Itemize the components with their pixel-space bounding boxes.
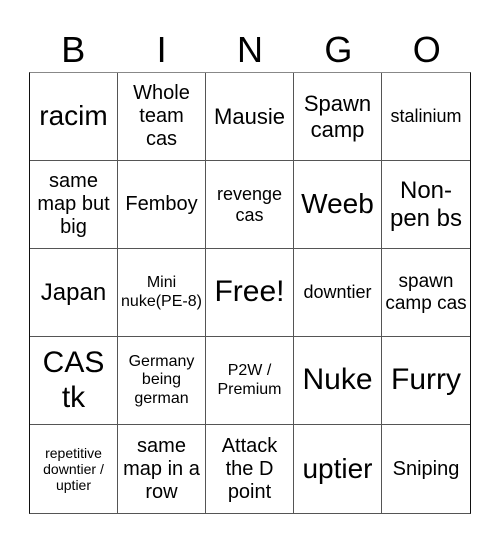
bingo-cell[interactable]: Germany being german: [118, 337, 206, 425]
free-space[interactable]: Free!: [206, 249, 294, 337]
header-letter-g: G: [324, 29, 353, 70]
bingo-cell[interactable]: Sniping: [382, 425, 470, 513]
bingo-cell[interactable]: P2W / Premium: [206, 337, 294, 425]
header-letter-o: O: [412, 29, 441, 70]
bingo-cell[interactable]: Mausie: [206, 73, 294, 161]
bingo-cell[interactable]: Non-pen bs: [382, 161, 470, 249]
bingo-cell[interactable]: Nuke: [294, 337, 382, 425]
bingo-cell[interactable]: repetitive downtier / uptier: [30, 425, 118, 513]
bingo-cell[interactable]: revenge cas: [206, 161, 294, 249]
bingo-cell[interactable]: Mini nuke(PE-8): [118, 249, 206, 337]
bingo-cell[interactable]: CAS tk: [30, 337, 118, 425]
bingo-cell[interactable]: Whole team cas: [118, 73, 206, 161]
bingo-cell[interactable]: Weeb: [294, 161, 382, 249]
bingo-cell[interactable]: Japan: [30, 249, 118, 337]
bingo-cell[interactable]: downtier: [294, 249, 382, 337]
bingo-cell[interactable]: Furry: [382, 337, 470, 425]
bingo-cell[interactable]: spawn camp cas: [382, 249, 470, 337]
bingo-header: B I N G O: [29, 27, 471, 72]
bingo-cell[interactable]: stalinium: [382, 73, 470, 161]
bingo-cell[interactable]: Attack the D point: [206, 425, 294, 513]
bingo-cell[interactable]: racim: [30, 73, 118, 161]
bingo-cell[interactable]: same map but big: [30, 161, 118, 249]
header-letter-n: N: [236, 29, 263, 70]
bingo-grid: racim Whole team cas Mausie Spawn camp s…: [29, 72, 471, 514]
header-letter-b: B: [61, 29, 86, 70]
bingo-cell[interactable]: uptier: [294, 425, 382, 513]
header-letter-i: I: [156, 29, 167, 70]
bingo-cell[interactable]: Spawn camp: [294, 73, 382, 161]
bingo-cell[interactable]: Femboy: [118, 161, 206, 249]
bingo-cell[interactable]: same map in a row: [118, 425, 206, 513]
